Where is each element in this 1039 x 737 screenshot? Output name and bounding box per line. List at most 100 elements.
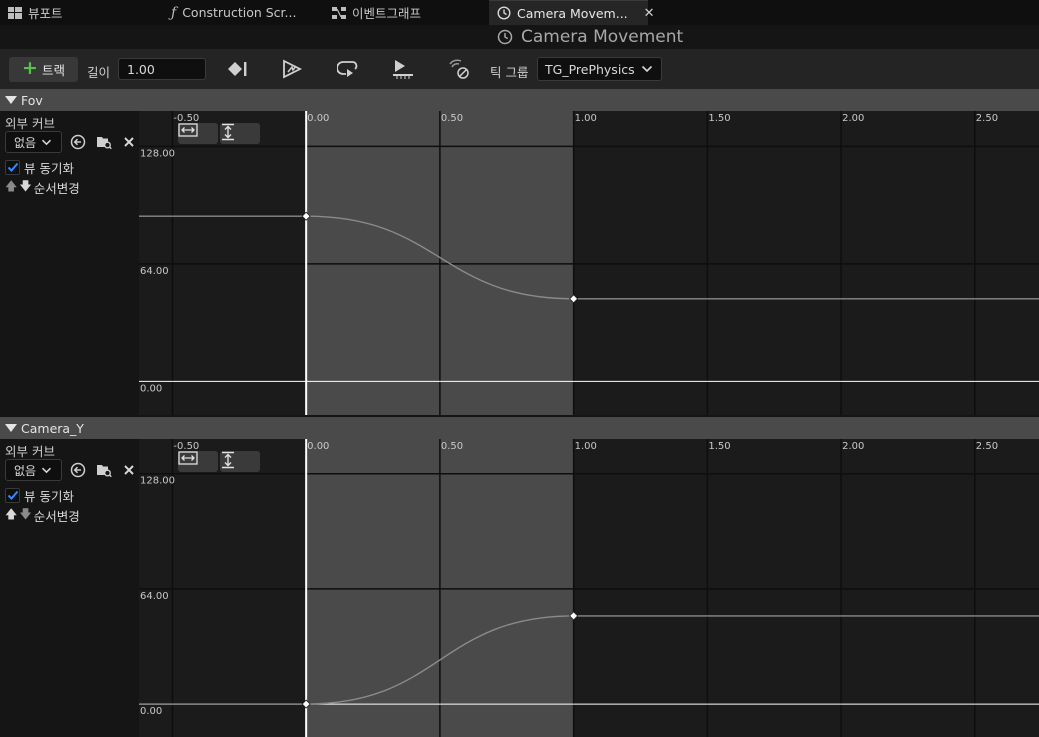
graph-background[interactable] [139, 439, 1039, 737]
x-tick-label: 0.50 [441, 441, 463, 452]
curve-graph-canvas[interactable]: -0.50 0.00 0.50 1.00 1.50 2.00 2.50128.0064.00… [139, 111, 1039, 415]
x-tick-label: 1.50 [708, 113, 730, 124]
fit-horizontal-button[interactable] [178, 123, 218, 144]
track-name: Camera_Y [21, 420, 84, 436]
folder-search-icon [96, 462, 112, 478]
checkmark-icon [7, 490, 18, 500]
x-tick-label: 1.00 [575, 113, 597, 124]
sync-view-toggle[interactable]: 뷰 동기화 [5, 486, 74, 505]
chevron-down-icon [41, 467, 52, 474]
track-fov: Fov 외부 커브 없음 뷰 동기화 🡅 🡇 순서변경 -0.50 0.00 0… [0, 89, 1039, 415]
clock-icon [497, 6, 511, 20]
replicated-button[interactable] [446, 57, 472, 81]
collapse-triangle-icon[interactable] [5, 424, 17, 432]
collapse-triangle-icon[interactable] [5, 96, 17, 104]
use-selected-curve-button[interactable] [69, 461, 87, 479]
tab-viewport[interactable]: 뷰포트 [0, 0, 71, 25]
external-curve-label: 외부 커브 [5, 444, 55, 459]
arrow-down-icon[interactable]: 🡇 [19, 505, 31, 526]
track-settings-panel: 외부 커브 없음 뷰 동기화 🡅 🡇 순서변경 [0, 111, 139, 415]
add-track-label: 트랙 [41, 63, 65, 78]
timeline-toolbar: + 트랙 길이 틱 그룹 TG_PrePhysics [0, 49, 1039, 89]
tick-group-value: TG_PrePhysics [545, 61, 635, 77]
delete-track-button[interactable] [120, 461, 138, 479]
editor-title-bar: Camera Movement [0, 25, 1039, 49]
track-header[interactable]: Fov [0, 89, 1039, 111]
checkmark-icon [7, 162, 18, 172]
plus-icon: + [22, 57, 38, 79]
tab-label: 이벤트그래프 [352, 6, 422, 21]
curve-use-icon [70, 134, 86, 150]
sync-view-toggle[interactable]: 뷰 동기화 [5, 158, 74, 177]
folder-search-icon [96, 134, 112, 150]
use-selected-curve-button[interactable] [69, 133, 87, 151]
use-last-keyframe-button[interactable] [390, 57, 416, 81]
external-curve-select[interactable]: 없음 [5, 459, 62, 481]
external-curve-select[interactable]: 없음 [5, 131, 62, 153]
fit-vertical-button[interactable] [220, 123, 260, 144]
y-tick-label: 64.00 [140, 266, 169, 277]
x-tick-label: 2.00 [842, 441, 864, 452]
reorder-control: 🡅 🡇 순서변경 [5, 177, 80, 198]
arrow-up-icon[interactable]: 🡅 [5, 177, 17, 198]
sync-view-label: 뷰 동기화 [24, 161, 74, 176]
external-curve-value: 없음 [14, 135, 37, 150]
loop-icon [337, 59, 359, 79]
chevron-down-icon [41, 139, 52, 146]
last-keyframe-icon [391, 58, 415, 80]
tab-label: Camera Movem... [517, 5, 628, 21]
y-tick-label: 128.00 [140, 148, 175, 159]
autoplay-icon [281, 59, 303, 79]
add-key-icon [226, 60, 248, 78]
track-header[interactable]: Camera_Y [0, 417, 1039, 439]
tab-label: 뷰포트 [28, 6, 63, 21]
y-tick-label: 0.00 [140, 706, 162, 717]
clock-icon [497, 29, 513, 45]
length-input[interactable] [118, 58, 206, 80]
x-tick-label: 0.00 [307, 441, 329, 452]
arrow-down-icon[interactable]: 🡇 [19, 177, 31, 198]
tab-camera-movement[interactable]: Camera Movem... ✕ [489, 0, 655, 25]
tab-event-graph[interactable]: 이벤트그래프 [324, 0, 429, 25]
track-name: Fov [21, 92, 43, 108]
add-track-button[interactable]: + 트랙 [9, 57, 78, 82]
reorder-label: 순서변경 [33, 509, 80, 524]
track-camera-y: Camera_Y 외부 커브 없음 뷰 동기화 🡅 🡇 순서변경 -0.50 0… [0, 417, 1039, 737]
curve-graph[interactable]: -0.50 0.00 0.50 1.00 1.50 2.00 2.50 128.00 64.00… [139, 111, 1039, 415]
viewport-grid-icon [8, 6, 22, 19]
curve-graph-canvas[interactable]: -0.50 0.00 0.50 1.00 1.50 2.00 2.50128.0064.00… [139, 439, 1039, 737]
y-tick-label: 64.00 [140, 591, 169, 602]
browse-curve-button[interactable] [95, 461, 113, 479]
tick-group-select[interactable]: TG_PrePhysics [537, 57, 662, 81]
x-tick-label: 1.50 [708, 441, 730, 452]
fit-vertical-button[interactable] [220, 451, 260, 472]
sync-view-label: 뷰 동기화 [24, 489, 74, 504]
autoplay-button[interactable] [279, 57, 305, 81]
sync-view-checkbox[interactable] [5, 160, 20, 175]
fit-horizontal-button[interactable] [178, 451, 218, 472]
x-tick-label: 2.50 [976, 113, 998, 124]
delete-track-button[interactable] [120, 133, 138, 151]
browse-curve-button[interactable] [95, 133, 113, 151]
chevron-down-icon [641, 65, 653, 73]
add-key-button[interactable] [224, 57, 250, 81]
loop-button[interactable] [335, 57, 361, 81]
close-icon [123, 136, 135, 148]
x-tick-label: 2.50 [976, 441, 998, 452]
sync-view-checkbox[interactable] [5, 488, 20, 503]
x-tick-label: 0.00 [307, 113, 329, 124]
close-icon[interactable]: ✕ [644, 6, 655, 21]
curve-use-icon [70, 462, 86, 478]
arrow-up-icon[interactable]: 🡅 [5, 505, 17, 526]
close-icon [123, 464, 135, 476]
track-settings-panel: 외부 커브 없음 뷰 동기화 🡅 🡇 순서변경 [0, 439, 139, 737]
y-tick-label: 128.00 [140, 476, 175, 487]
event-graph-icon [332, 6, 346, 19]
tab-bar: 뷰포트 ƒ Construction Scr... 이벤트그래프 Camera … [0, 0, 1039, 25]
tab-construction-script[interactable]: ƒ Construction Scr... [163, 0, 304, 25]
function-icon: ƒ [171, 4, 177, 21]
tab-label: Construction Scr... [182, 5, 297, 20]
external-curve-value: 없음 [14, 463, 37, 478]
graph-background[interactable] [139, 111, 1039, 415]
curve-graph[interactable]: -0.50 0.00 0.50 1.00 1.50 2.00 2.50 128.00 64.00… [139, 439, 1039, 737]
